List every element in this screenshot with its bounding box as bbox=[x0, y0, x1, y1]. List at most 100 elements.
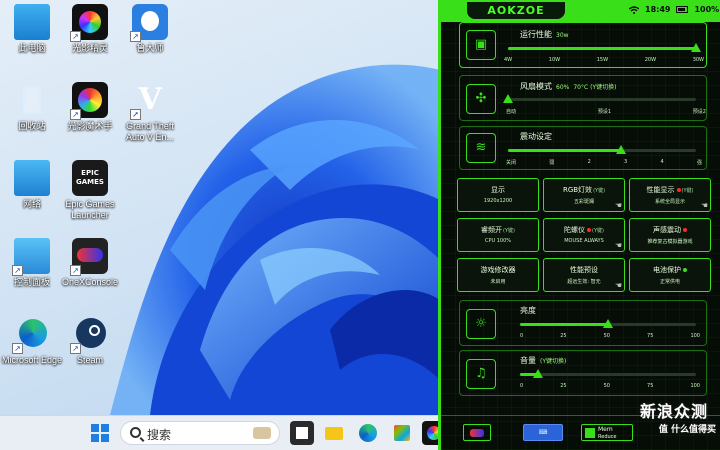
clock-time: 18:49 bbox=[645, 5, 671, 14]
epic-games-icon: EPIC GAMES bbox=[72, 160, 108, 196]
battery-percent: 100% bbox=[694, 5, 720, 14]
color-wheel-icon: ↗ bbox=[70, 4, 108, 42]
tick-label: 20W bbox=[644, 57, 657, 63]
desktop-icon-control-panel[interactable]: ↗ 控制面板 bbox=[0, 238, 64, 288]
search-placeholder: 搜索 bbox=[147, 428, 172, 442]
vibration-thumb[interactable] bbox=[615, 145, 626, 154]
pointer-hand-icon: ☚ bbox=[614, 201, 622, 210]
brightness-section: ☼ 亮度 0 25 50 75 100 bbox=[459, 300, 707, 346]
aperture-icon: ↗ bbox=[70, 82, 108, 120]
fan-sub: 70°C (Y键切换) bbox=[573, 84, 617, 91]
fan-icon: ✣ bbox=[466, 84, 496, 114]
tick-label: 30W bbox=[692, 57, 704, 63]
edge-taskbar-button[interactable] bbox=[356, 421, 380, 445]
volume-slider[interactable] bbox=[520, 369, 696, 378]
desktop-icon-network[interactable]: 网络 bbox=[0, 160, 64, 210]
store-icon bbox=[394, 425, 410, 441]
tick-label: 0 bbox=[520, 333, 524, 339]
tile-perf-overlay[interactable]: 性能显示 (Y键) 系统全局显示 ☚ bbox=[629, 178, 711, 212]
tile-turbo[interactable]: 睿频开(Y键) CPU 100% bbox=[457, 218, 539, 252]
panel-status-bar: 18:49 100% bbox=[629, 5, 719, 14]
status-dot bbox=[683, 268, 687, 272]
fan-slider[interactable] bbox=[503, 94, 696, 103]
vibration-icon: ≋ bbox=[466, 133, 496, 163]
taskbar-search-box[interactable]: 搜索 bbox=[120, 421, 280, 445]
tick-label: 关闭 bbox=[506, 160, 517, 166]
desktop-icon-onexconsole[interactable]: ↗ OneXConsole bbox=[58, 238, 122, 288]
volume-thumb[interactable] bbox=[532, 369, 543, 378]
keyboard-button[interactable]: ⌨ bbox=[523, 424, 563, 441]
performance-slider[interactable] bbox=[508, 43, 701, 52]
cpu-icon: ▣ bbox=[466, 30, 496, 60]
desktop-icon-this-pc[interactable]: 此电脑 bbox=[0, 4, 64, 54]
tile-title: 睿频开 bbox=[481, 226, 503, 234]
aokzoe-control-panel: AOKZOE 18:49 100% ▣ 运行性能 30w 4W 10W 15W 20W 3… bbox=[438, 0, 720, 450]
tick-label: 75 bbox=[647, 333, 654, 339]
tick-label: 预设1 bbox=[597, 109, 611, 115]
volume-section: ♫ 音量 (Y键切换) 0 25 50 75 100 bbox=[459, 350, 707, 396]
edge-icon: ↗ bbox=[12, 316, 50, 354]
tile-battery-protect[interactable]: 电池保护 正常供电 bbox=[629, 258, 711, 292]
fan-value: 60% bbox=[556, 84, 570, 91]
desktop-icon-ludashi[interactable]: ↗ 鲁大师 bbox=[118, 4, 182, 54]
brightness-title: 亮度 bbox=[520, 306, 536, 315]
performance-thumb[interactable] bbox=[691, 43, 701, 52]
mem-label: Mem bbox=[598, 426, 613, 433]
search-icon bbox=[130, 427, 141, 438]
recycle-bin-icon bbox=[14, 82, 50, 118]
tile-rgb[interactable]: RGB灯效(Y键) 五彩斑斓 ☚ bbox=[543, 178, 625, 212]
desktop-icon-epic-games[interactable]: EPIC GAMES Epic Games Launcher bbox=[58, 160, 122, 221]
monitor-icon bbox=[14, 4, 50, 40]
watermark: 新浪众测 值 什么值得买 bbox=[640, 402, 716, 436]
memory-chip-icon bbox=[585, 428, 595, 438]
tile-value: 1920x1200 bbox=[483, 198, 513, 204]
task-view-icon bbox=[296, 427, 308, 439]
status-dot bbox=[683, 228, 687, 232]
desktop-icon-edge[interactable]: ↗ Microsoft Edge bbox=[0, 316, 64, 366]
tile-value: 系统全局显示 bbox=[654, 199, 685, 205]
desktop-icon-recycle-bin[interactable]: 回收站 bbox=[0, 82, 64, 132]
network-monitor-icon bbox=[14, 160, 50, 196]
tile-game-trainer[interactable]: 游戏修改器 未启用 bbox=[457, 258, 539, 292]
steam-icon: ↗ bbox=[70, 316, 108, 354]
onexconsole-icon: ↗ bbox=[70, 238, 108, 276]
tile-hint: (Y键) bbox=[593, 188, 606, 194]
pointer-hand-icon: ☚ bbox=[614, 241, 622, 250]
tile-value: MOUSE ALWAYS bbox=[564, 238, 604, 244]
task-view-button[interactable] bbox=[290, 421, 314, 445]
desktop-icon-gta-v[interactable]: V ↗ Grand Theft Auto V En... bbox=[118, 82, 182, 143]
tile-value: 未启用 bbox=[490, 279, 506, 285]
tick-label: 2 bbox=[587, 159, 591, 165]
tile-perf-preset[interactable]: 性能预设 超远生效: 智无 ☚ bbox=[543, 258, 625, 292]
desktop-icon-steam[interactable]: ↗ Steam bbox=[58, 316, 122, 366]
tick-label: 100 bbox=[690, 333, 700, 339]
volume-title: 音量 bbox=[520, 356, 536, 365]
fan-thumb[interactable] bbox=[503, 94, 513, 103]
mem-reduce-button[interactable]: Mem Reduce bbox=[581, 424, 633, 441]
volume-ticks: 0 25 50 75 100 bbox=[520, 383, 700, 389]
brightness-thumb[interactable] bbox=[603, 319, 613, 328]
tile-display[interactable]: 显示 1920x1200 bbox=[457, 178, 539, 212]
control-panel-icon: ↗ bbox=[12, 238, 50, 276]
tile-hint: (Y键) bbox=[592, 228, 604, 234]
brightness-slider[interactable] bbox=[520, 319, 696, 328]
tile-sound-vibration[interactable]: 声感震动 推荐复古模拟器游戏 bbox=[629, 218, 711, 252]
tick-label: 15W bbox=[596, 57, 609, 63]
desktop-icon-omen[interactable]: ↗ 光影精灵 bbox=[58, 4, 122, 54]
gamepad-mode-button[interactable] bbox=[463, 424, 491, 441]
vibration-slider[interactable] bbox=[508, 145, 696, 154]
brightness-icon: ☼ bbox=[466, 309, 496, 339]
tick-label: 75 bbox=[647, 383, 654, 389]
panel-header: AOKZOE 18:49 100% bbox=[441, 0, 720, 22]
tile-gyro[interactable]: 陀螺仪 (Y键) MOUSE ALWAYS ☚ bbox=[543, 218, 625, 252]
desktop-icon-neoimaging[interactable]: ↗ 光影魔术手 bbox=[58, 82, 122, 132]
start-button[interactable] bbox=[88, 421, 112, 445]
tick-label: 3 bbox=[624, 159, 628, 165]
gamepad-icon bbox=[470, 428, 484, 437]
vibration-section: ≋ 震动设定 关闭 弱 2 3 4 强 bbox=[459, 126, 707, 170]
folder-icon bbox=[325, 427, 343, 440]
store-button[interactable] bbox=[390, 421, 414, 445]
tick-label: 50 bbox=[603, 383, 610, 389]
tick-label: 25 bbox=[560, 333, 567, 339]
file-explorer-button[interactable] bbox=[322, 421, 346, 445]
